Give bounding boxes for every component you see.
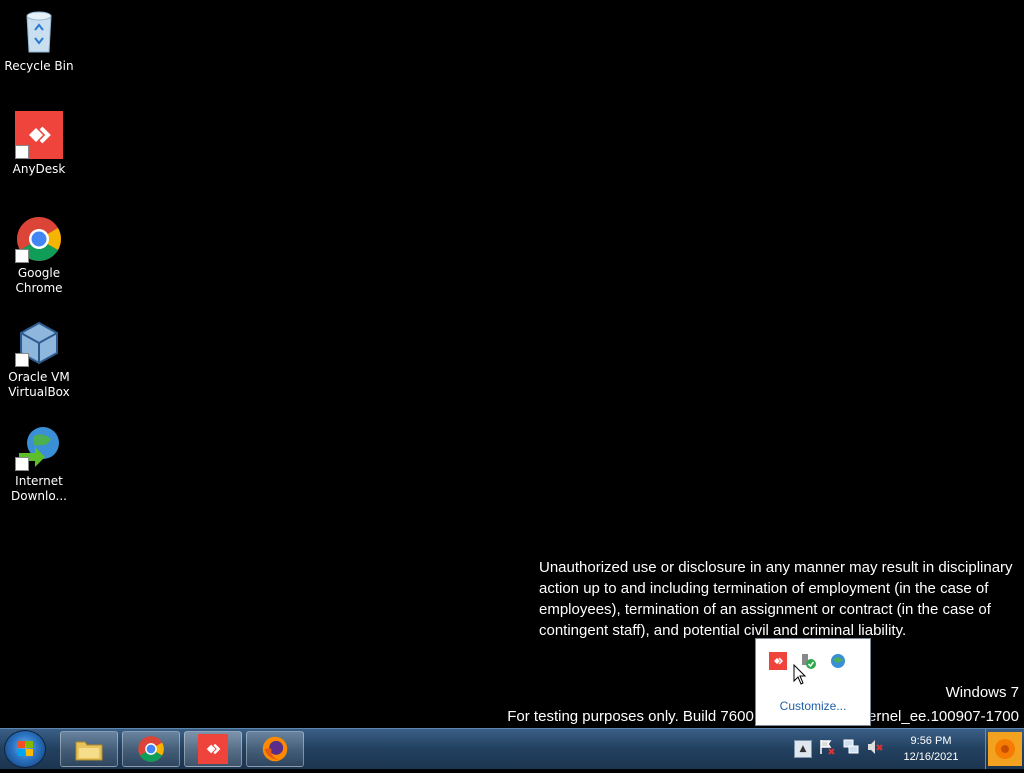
- desktop-icon-virtualbox[interactable]: Oracle VM VirtualBox: [4, 319, 74, 400]
- desktop-icon-recycle-bin[interactable]: Recycle Bin: [4, 8, 74, 74]
- virtualbox-icon: [15, 319, 63, 367]
- notification-area-overflow-popup: Customize...: [755, 638, 871, 726]
- desktop-icon-label: Recycle Bin: [4, 59, 74, 73]
- firefox-icon: [262, 736, 288, 762]
- start-button[interactable]: [4, 730, 46, 768]
- notification-area: ▲: [794, 729, 884, 769]
- taskbar-file-explorer-button[interactable]: [60, 731, 118, 767]
- chrome-icon: [15, 215, 63, 263]
- taskbar: ▲ 9:56 PM 12/16/2021: [0, 728, 1024, 769]
- recycle-bin-icon: [15, 8, 63, 56]
- desktop-icon-internet-download-manager[interactable]: Internet Downlo...: [4, 423, 74, 504]
- desktop-icon-google-chrome[interactable]: Google Chrome: [4, 215, 74, 296]
- taskbar-clock[interactable]: 9:56 PM 12/16/2021: [895, 733, 967, 765]
- shortcut-arrow-icon: [15, 353, 29, 367]
- anydesk-tray-icon[interactable]: [768, 651, 788, 671]
- desktop-icon-label: Google Chrome: [15, 266, 63, 295]
- clock-date: 12/16/2021: [903, 751, 959, 763]
- clock-time: 9:56 PM: [910, 735, 952, 747]
- windows-logo-icon: [18, 741, 33, 756]
- file-explorer-icon: [75, 741, 103, 761]
- show-desktop-button[interactable]: [985, 729, 1024, 769]
- internet-download-manager-icon: [15, 423, 63, 471]
- network-globe-icon[interactable]: [828, 651, 848, 671]
- shortcut-arrow-icon: [15, 457, 29, 471]
- desktop-icon-anydesk[interactable]: AnyDesk: [4, 111, 74, 177]
- taskbar-chrome-button[interactable]: [122, 731, 180, 767]
- network-icon[interactable]: [842, 738, 860, 760]
- flower-wallpaper-thumbnail-icon: [988, 732, 1022, 766]
- windows-version-watermark: Windows 7: [945, 684, 1019, 701]
- desktop-icon-label: AnyDesk: [12, 162, 66, 176]
- action-center-flag-icon[interactable]: [818, 738, 836, 760]
- taskbar-firefox-button[interactable]: [246, 731, 304, 767]
- chrome-icon: [138, 736, 164, 762]
- taskbar-anydesk-button[interactable]: [184, 731, 242, 767]
- mouse-pointer-icon: [793, 663, 807, 690]
- shortcut-arrow-icon: [15, 145, 29, 159]
- anydesk-icon: [198, 734, 228, 764]
- show-hidden-icons-button[interactable]: ▲: [794, 740, 812, 758]
- legal-notice-text: Unauthorized use or disclosure in any ma…: [539, 559, 1013, 639]
- volume-muted-icon[interactable]: [866, 738, 884, 760]
- shortcut-arrow-icon: [15, 249, 29, 263]
- desktop-icon-label: Oracle VM VirtualBox: [8, 370, 70, 399]
- customize-link[interactable]: Customize...: [756, 699, 870, 713]
- desktop-icon-label: Internet Downlo...: [11, 474, 67, 503]
- anydesk-icon: [15, 111, 63, 159]
